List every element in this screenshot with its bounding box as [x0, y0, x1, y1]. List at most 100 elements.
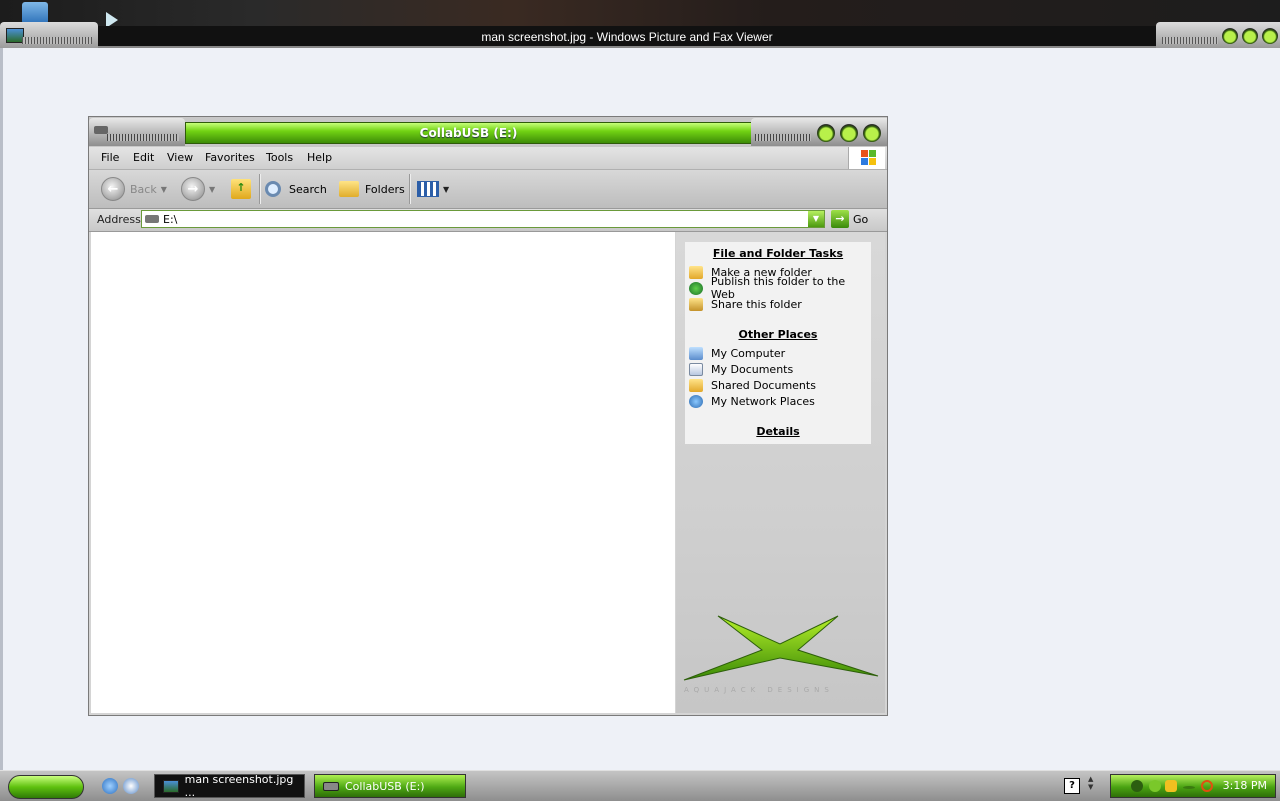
close-button[interactable] — [863, 124, 881, 142]
file-list-pane[interactable] — [91, 232, 675, 713]
file-folder-tasks-heading[interactable]: File and Folder Tasks — [685, 247, 871, 260]
security-shield-icon[interactable] — [1165, 780, 1177, 792]
tray-search-icon[interactable] — [1201, 780, 1213, 792]
my-documents-link[interactable]: My Documents — [689, 362, 793, 376]
viewer-minimize-button[interactable] — [1222, 28, 1238, 44]
go-label: Go — [853, 212, 869, 226]
explorer-titlebar[interactable]: CollabUSB (E:) — [89, 117, 887, 147]
viewer-close-button[interactable] — [1262, 28, 1278, 44]
back-button[interactable]: ← Back ▼ — [101, 177, 167, 201]
x-logo-icon — [683, 615, 879, 681]
forward-button[interactable]: → ▼ — [181, 177, 215, 201]
shared-documents-link[interactable]: Shared Documents — [689, 378, 816, 392]
tray-scroll-icon[interactable]: ▲ ▼ — [1088, 775, 1098, 791]
drive-icon[interactable] — [94, 126, 108, 134]
back-dropdown-icon[interactable]: ▼ — [161, 185, 167, 194]
forward-arrow-icon: → — [181, 177, 205, 201]
internet-explorer-icon[interactable] — [102, 778, 118, 794]
share-folder-icon — [689, 297, 703, 311]
task-label: Share this folder — [711, 297, 802, 311]
help-icon[interactable]: ? — [1064, 778, 1080, 794]
task-pane: File and Folder Tasks Make a new folder … — [676, 232, 885, 713]
share-folder-link[interactable]: Share this folder — [689, 297, 802, 311]
desktop-recycle-icon[interactable] — [22, 2, 48, 24]
taskbar-button-viewer[interactable]: man screenshot.jpg ... — [154, 773, 305, 799]
network-icon — [689, 394, 703, 408]
viewer-titlebar-right — [1156, 22, 1280, 48]
task-panel: File and Folder Tasks Make a new folder … — [685, 242, 871, 444]
folders-button[interactable]: Folders — [339, 177, 405, 201]
menu-help[interactable]: Help — [307, 151, 332, 164]
taskbar-button-label: CollabUSB (E:) — [345, 779, 425, 793]
up-folder-button[interactable]: ↑ — [231, 177, 251, 201]
drive-icon — [323, 781, 339, 791]
details-heading[interactable]: Details — [685, 425, 871, 438]
tray-app-icon[interactable] — [1131, 780, 1143, 792]
titlebar-grill — [107, 134, 179, 141]
titlebar-grill — [755, 134, 811, 141]
menu-tools[interactable]: Tools — [266, 151, 293, 164]
my-computer-link[interactable]: My Computer — [689, 346, 785, 360]
toolbar-separator — [409, 174, 411, 204]
start-button[interactable] — [8, 775, 84, 799]
tray-minus-icon[interactable] — [1183, 786, 1195, 789]
titlebar-grill — [22, 37, 92, 44]
taskbar-button-label: man screenshot.jpg ... — [184, 773, 294, 799]
search-magnifier-icon — [265, 181, 281, 197]
up-folder-icon: ↑ — [231, 179, 251, 199]
go-button[interactable]: → Go — [831, 210, 868, 228]
place-label: My Documents — [711, 362, 794, 376]
address-dropdown-icon[interactable]: ▼ — [808, 211, 824, 227]
viewer-maximize-button[interactable] — [1242, 28, 1258, 44]
standard-toolbar: ← Back ▼ → ▼ ↑ Search Folders ▼ — [89, 170, 887, 209]
address-input[interactable]: E:\ ▼ — [141, 210, 825, 228]
menu-favorites[interactable]: Favorites — [205, 151, 255, 164]
system-tray: 3:18 PM — [1110, 774, 1276, 798]
titlebar-grill — [1162, 37, 1218, 44]
viewer-titlebar[interactable]: man screenshot.jpg - Windows Picture and… — [0, 22, 1280, 48]
minimize-button[interactable] — [817, 124, 835, 142]
shared-folder-icon — [689, 378, 703, 392]
publish-web-link[interactable]: Publish this folder to the Web — [689, 275, 871, 301]
toolbar-separator — [259, 174, 261, 204]
views-grid-icon — [417, 181, 439, 197]
drive-icon — [145, 215, 159, 223]
tray-network-icon[interactable] — [1149, 780, 1161, 792]
back-label: Back — [130, 182, 157, 196]
folders-label: Folders — [365, 182, 405, 196]
views-button[interactable]: ▼ — [417, 177, 449, 201]
place-label: My Computer — [711, 346, 786, 360]
my-network-places-link[interactable]: My Network Places — [689, 394, 815, 408]
back-arrow-icon: ← — [101, 177, 125, 201]
explorer-titlebar-right — [751, 118, 887, 146]
clock[interactable]: 3:18 PM — [1223, 779, 1267, 792]
other-places-heading[interactable]: Other Places — [685, 328, 871, 341]
menu-view[interactable]: View — [167, 151, 193, 164]
picture-viewer-icon — [163, 779, 179, 793]
explorer-window: CollabUSB (E:) File Edit View Favorites … — [88, 116, 888, 716]
address-label: Address — [97, 213, 141, 226]
viewer-titlebar-left — [0, 22, 98, 48]
views-dropdown-icon[interactable]: ▼ — [443, 185, 449, 194]
forward-dropdown-icon[interactable]: ▼ — [209, 185, 215, 194]
show-desktop-icon[interactable] — [123, 778, 139, 794]
taskbar-button-explorer[interactable]: CollabUSB (E:) — [314, 774, 466, 798]
place-label: My Network Places — [711, 394, 815, 408]
menu-bar: File Edit View Favorites Tools Help — [89, 147, 887, 170]
documents-icon — [689, 362, 703, 376]
taskbar: man screenshot.jpg ... CollabUSB (E:) ? … — [0, 770, 1280, 801]
viewer-window-title: man screenshot.jpg - Windows Picture and… — [98, 26, 1156, 48]
menu-file[interactable]: File — [101, 151, 119, 164]
new-folder-icon — [689, 265, 703, 279]
maximize-button[interactable] — [840, 124, 858, 142]
folders-icon — [339, 181, 359, 197]
explorer-window-title: CollabUSB (E:) — [185, 122, 752, 144]
brand-watermark: AQUAJACK DESIGNS — [684, 686, 834, 694]
computer-icon — [689, 346, 703, 360]
place-label: Shared Documents — [711, 378, 816, 392]
search-button[interactable]: Search — [265, 177, 327, 201]
globe-icon — [689, 281, 703, 295]
search-label: Search — [289, 182, 327, 196]
windows-flag-icon — [848, 147, 885, 169]
menu-edit[interactable]: Edit — [133, 151, 154, 164]
